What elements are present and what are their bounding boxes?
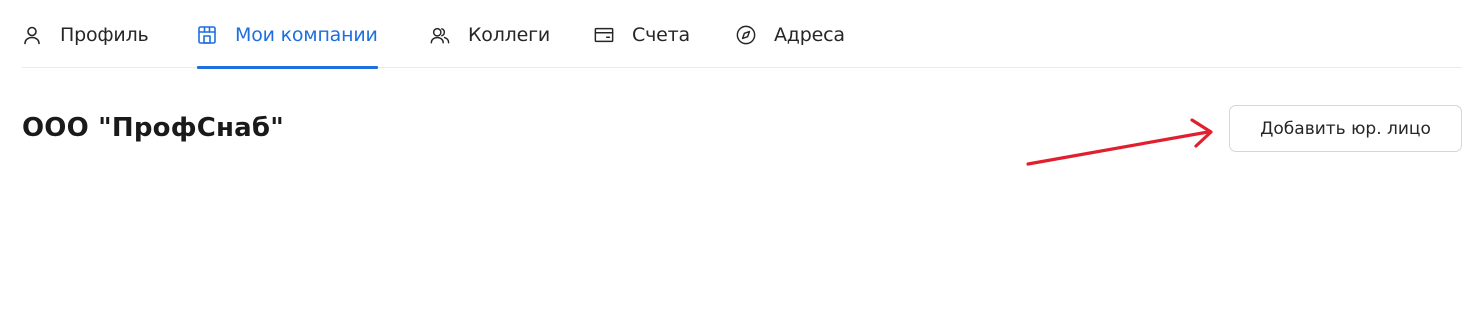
tab-colleagues-label: Коллеги [468, 24, 551, 46]
users-icon [430, 25, 450, 45]
company-name-heading: ООО "ПрофСнаб" [22, 113, 285, 143]
tab-bar: Профиль Мои компании Коллеги Счета Адрес… [22, 0, 1462, 69]
tab-addresses-label: Адреса [774, 24, 845, 46]
tab-profile[interactable]: Профиль [22, 0, 149, 68]
store-icon [197, 25, 217, 45]
tab-addresses[interactable]: Адреса [736, 0, 845, 68]
tab-profile-label: Профиль [60, 24, 149, 46]
tab-my-companies[interactable]: Мои компании [197, 0, 378, 69]
wallet-icon [594, 25, 614, 45]
tab-colleagues[interactable]: Коллеги [430, 0, 550, 68]
tab-accounts-label: Счета [632, 24, 690, 46]
user-icon [22, 25, 42, 45]
annotation-arrow-icon [1026, 118, 1213, 166]
tab-my-companies-label: Мои компании [235, 24, 378, 46]
page: Профиль Мои компании Коллеги Счета Адрес… [0, 0, 1480, 315]
add-legal-entity-button[interactable]: Добавить юр. лицо [1229, 105, 1462, 152]
tab-accounts[interactable]: Счета [594, 0, 690, 68]
compass-icon [736, 25, 756, 45]
